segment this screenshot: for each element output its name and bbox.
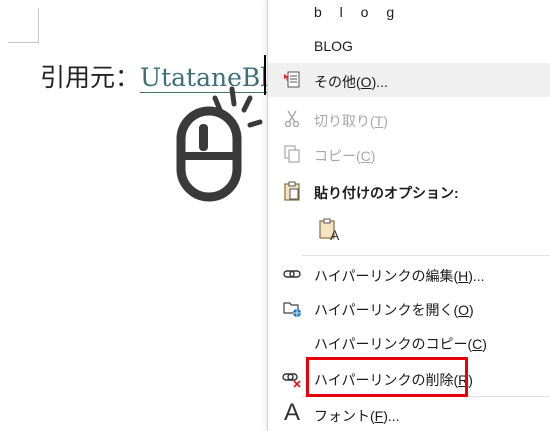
menu-item-open-hyperlink[interactable]: ハイパーリンクを開く(O) — [268, 291, 550, 325]
copy-icon — [284, 145, 300, 163]
text-cursor — [264, 55, 266, 95]
menu-item-cut[interactable]: 切り取り(T) — [268, 102, 550, 136]
menu-item-label: ハイパーリンクのコピー(C) — [314, 336, 487, 352]
menu-item-label: ハイパーリンクを開く(O) — [314, 302, 474, 318]
menu-separator — [302, 255, 550, 256]
clipboard-icon — [284, 181, 300, 201]
menu-section-paste-options: 貼り付けのオプション: — [268, 174, 550, 208]
menu-item-copy-hyperlink[interactable]: ハイパーリンクのコピー(C) — [268, 325, 550, 359]
link-icon — [283, 270, 301, 278]
page-corner-mark-horizontal — [8, 42, 39, 43]
menu-item-label: フォント(F)... — [314, 408, 400, 424]
menu-item-blog-spaced[interactable]: b l o g — [268, 0, 550, 29]
menu-item-more[interactable]: その他(O)... — [268, 63, 550, 97]
menu-item-label: コピー(C) — [314, 148, 376, 164]
paste-text-only-icon: A — [319, 218, 340, 241]
menu-item-label: ハイパーリンクの編集(H)... — [314, 268, 485, 284]
scissors-icon — [284, 110, 300, 128]
paste-keep-text-only-button[interactable]: A — [312, 212, 346, 246]
menu-item-label: 切り取り(T) — [314, 113, 388, 129]
citation-prefix: 引用元： — [40, 63, 141, 92]
menu-item-label: その他(O)... — [314, 74, 388, 90]
svg-text:A: A — [330, 227, 340, 241]
menu-item-font[interactable]: A フォント(F)... — [268, 397, 550, 431]
highlight-annotation-box — [306, 357, 468, 397]
document-canvas[interactable]: 引用元：UtataneBl — [0, 0, 270, 431]
mouse-click-icon — [176, 86, 263, 202]
document-list-icon — [284, 71, 300, 88]
menu-item-blog[interactable]: BLOG — [268, 29, 550, 63]
menu-item-copy[interactable]: コピー(C) — [268, 137, 550, 171]
menu-item-label: BLOG — [314, 38, 353, 54]
remove-link-icon — [282, 373, 301, 388]
font-icon: A — [284, 399, 301, 426]
menu-item-edit-hyperlink[interactable]: ハイパーリンクの編集(H)... — [268, 257, 550, 291]
page-corner-mark-vertical — [38, 8, 39, 42]
menu-item-label: b l o g — [314, 4, 402, 20]
folder-globe-icon — [283, 302, 301, 317]
menu-item-label: 貼り付けのオプション: — [314, 185, 459, 201]
